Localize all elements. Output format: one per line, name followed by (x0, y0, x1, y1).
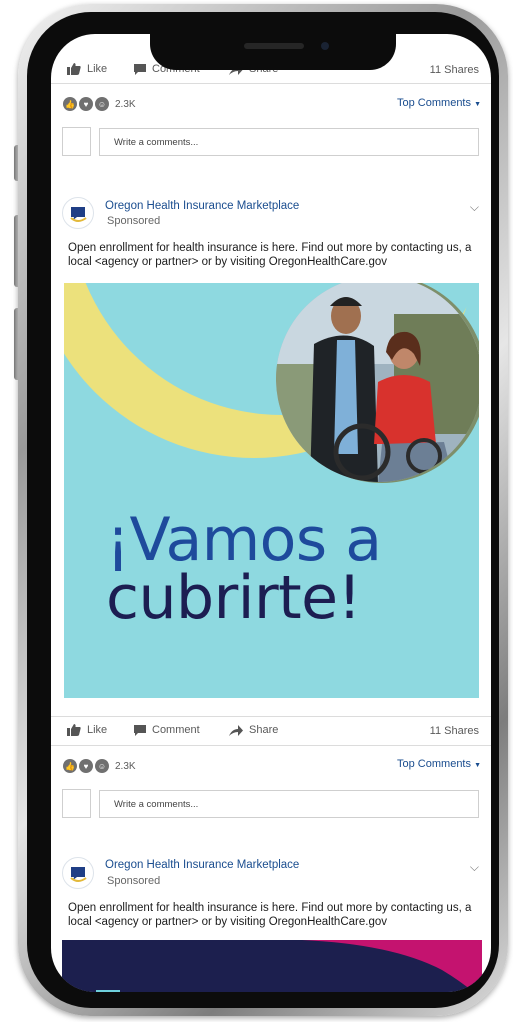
ad-headline: ¡Vamos a cubrirte! (106, 510, 382, 633)
divider (51, 83, 491, 84)
laugh-reaction-icon: ☺ (95, 759, 109, 773)
ad-image-2[interactable] (62, 940, 482, 992)
post-text: Open enrollment for health insurance is … (68, 902, 472, 928)
like-reaction-icon: 👍 (63, 97, 77, 111)
comment-icon (134, 724, 146, 736)
caret-down-icon: ▼ (474, 101, 481, 108)
like-label: Like (87, 724, 108, 736)
speaker (244, 43, 304, 49)
share-button[interactable]: Share (229, 724, 278, 736)
laugh-reaction-icon: ☺ (95, 97, 109, 111)
post-text: Open enrollment for health insurance is … (68, 242, 472, 268)
comment-input[interactable] (99, 128, 479, 156)
top-comments-dropdown[interactable]: Top Comments ▼ (397, 758, 481, 770)
like-label: Like (87, 63, 108, 75)
phone-screen: Like Comment Share 11 Shares 👍 ♥ ☺ 2.3K … (51, 34, 491, 992)
oregon-logo[interactable] (62, 857, 94, 889)
top-comments-label: Top Comments (397, 97, 471, 109)
comment-label: Comment (152, 724, 200, 736)
shares-count: 11 Shares (429, 64, 479, 76)
comment-button[interactable]: Comment (134, 724, 200, 736)
shares-count: 11 Shares (429, 725, 479, 737)
top-comments-label: Top Comments (397, 758, 471, 770)
caret-down-icon: ▼ (474, 762, 481, 769)
love-reaction-icon: ♥ (79, 759, 93, 773)
phone-notch (150, 34, 396, 70)
chevron-down-icon[interactable]: ⌵ (470, 200, 479, 215)
reactions-summary[interactable]: 👍 ♥ ☺ 2.3K (63, 97, 136, 111)
oregon-logo[interactable] (62, 197, 94, 229)
love-reaction-icon: ♥ (79, 97, 93, 111)
chevron-down-icon[interactable]: ⌵ (470, 860, 479, 875)
ad2-background-shapes (62, 940, 482, 992)
comment-icon (134, 63, 146, 75)
page-name-link[interactable]: Oregon Health Insurance Marketplace (105, 200, 299, 212)
sponsored-label: Sponsored (107, 215, 161, 227)
share-arrow-icon (229, 724, 243, 736)
like-button[interactable]: Like (67, 724, 107, 736)
reaction-count: 2.3K (115, 760, 136, 772)
reactions-summary[interactable]: 👍 ♥ ☺ 2.3K (63, 759, 136, 773)
user-avatar (62, 789, 91, 818)
thumbs-up-icon (67, 63, 81, 75)
thumbs-up-icon (67, 724, 81, 736)
sponsored-label: Sponsored (107, 875, 161, 887)
like-reaction-icon: 👍 (63, 759, 77, 773)
ad-image[interactable]: ¡Vamos a cubrirte! (64, 283, 479, 698)
like-button[interactable]: Like (67, 63, 107, 75)
comment-input[interactable] (99, 790, 479, 818)
divider (51, 745, 491, 746)
page-name-link[interactable]: Oregon Health Insurance Marketplace (105, 859, 299, 871)
share-label: Share (249, 724, 279, 736)
front-camera (321, 42, 329, 50)
user-avatar (62, 127, 91, 156)
divider (51, 716, 491, 717)
top-comments-dropdown[interactable]: Top Comments ▼ (397, 97, 481, 109)
people-photo (276, 283, 479, 482)
ad-headline-line2: cubrirte! (106, 563, 362, 633)
reaction-count: 2.3K (115, 98, 136, 110)
